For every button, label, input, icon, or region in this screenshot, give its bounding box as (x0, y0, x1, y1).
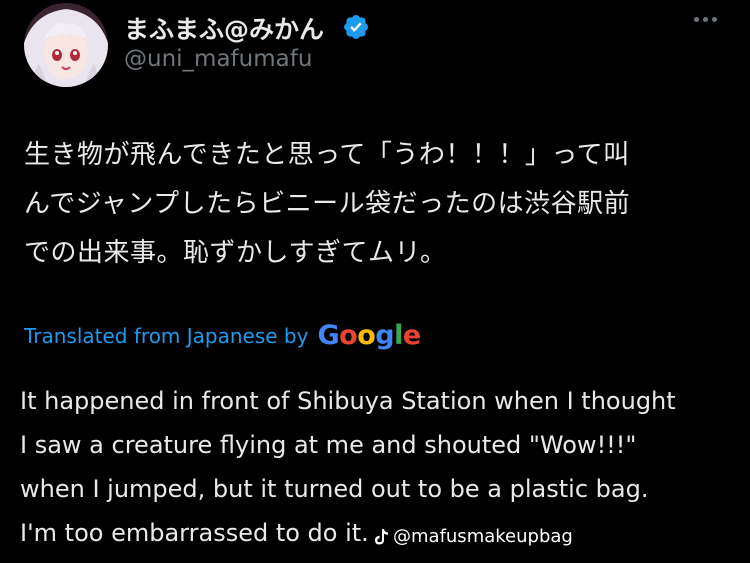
verified-badge-icon (344, 15, 368, 39)
avatar-image (24, 3, 108, 87)
tiktok-icon (375, 528, 388, 544)
tweet-jp-line: んでジャンプしたらビニール袋だったのは渋谷駅前 (24, 189, 631, 219)
tweet-en-line: I saw a creature flying at me and shoute… (20, 431, 637, 459)
more-dot (712, 16, 717, 22)
more-dot (703, 16, 708, 22)
watermark-text: @mafusmakeupbag (393, 526, 573, 547)
tweet-en-line: when I jumped, but it turned out to be a… (20, 475, 649, 503)
google-logo-letter: e (402, 320, 421, 351)
tiktok-watermark: @mafusmakeupbag (373, 526, 573, 547)
google-logo: Google (317, 320, 421, 351)
tweet-en-line: It happened in front of Shibuya Station … (20, 387, 676, 415)
display-name[interactable]: まふまふ@みかん (124, 10, 324, 46)
more-dot (694, 16, 699, 22)
google-logo-letter: l (394, 320, 403, 351)
avatar[interactable] (24, 3, 108, 87)
user-handle[interactable]: @uni_mafumafu (124, 46, 312, 72)
tweet-jp-line: での出来事。恥ずかしすぎてムリ。 (24, 238, 447, 268)
translated-label: Translated from Japanese by (24, 323, 309, 348)
more-options-icon[interactable] (694, 12, 724, 26)
tweet-text-original: 生き物が飛んできたと思って「うわ！！！」って叫 んでジャンプしたらビニール袋だっ… (24, 131, 724, 278)
google-logo-letter: o (357, 320, 376, 351)
google-logo-letter: G (317, 320, 340, 351)
google-logo-letter: g (375, 320, 395, 351)
google-logo-letter: o (339, 320, 358, 351)
translation-attribution[interactable]: Translated from Japanese by Google (24, 320, 421, 351)
tweet-jp-line: 生き物が飛んできたと思って「うわ！！！」って叫 (24, 140, 630, 170)
